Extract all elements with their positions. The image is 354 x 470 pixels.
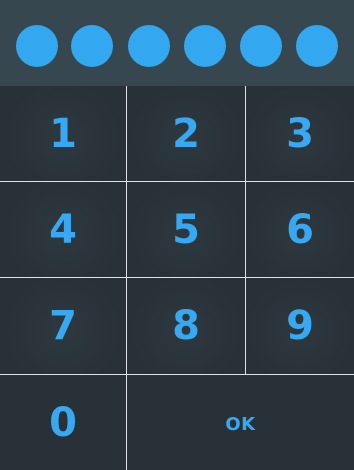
key-0[interactable]: 0 (0, 374, 127, 470)
pin-dot (16, 25, 58, 67)
key-6[interactable]: 6 (246, 182, 354, 278)
pin-dot (71, 25, 113, 67)
pin-dot (240, 25, 282, 67)
key-3-label: 3 (286, 110, 314, 157)
key-3[interactable]: 3 (246, 86, 354, 182)
pin-dot (296, 25, 338, 67)
key-0-label: 0 (49, 399, 77, 446)
key-8[interactable]: 8 (127, 278, 246, 374)
pin-indicator-bar (0, 0, 354, 86)
key-5-label: 5 (172, 206, 200, 253)
key-6-label: 6 (286, 206, 314, 253)
pin-dot (128, 25, 170, 67)
key-5[interactable]: 5 (127, 182, 246, 278)
pin-dot (184, 25, 226, 67)
key-1-label: 1 (49, 110, 77, 157)
ok-button-label: OK (225, 414, 256, 435)
ok-button[interactable]: OK (127, 374, 354, 470)
key-7[interactable]: 7 (0, 278, 127, 374)
key-1[interactable]: 1 (0, 86, 127, 182)
key-7-label: 7 (49, 303, 77, 349)
key-2-label: 2 (172, 110, 200, 157)
key-9[interactable]: 9 (246, 278, 354, 374)
key-4[interactable]: 4 (0, 182, 127, 278)
key-4-label: 4 (49, 206, 77, 253)
numeric-keypad: 1 2 3 4 5 6 7 8 9 0 OK (0, 86, 354, 470)
pin-entry-screen: 1 2 3 4 5 6 7 8 9 0 OK (0, 0, 354, 470)
key-8-label: 8 (172, 303, 200, 349)
key-9-label: 9 (286, 303, 314, 349)
key-2[interactable]: 2 (127, 86, 246, 182)
